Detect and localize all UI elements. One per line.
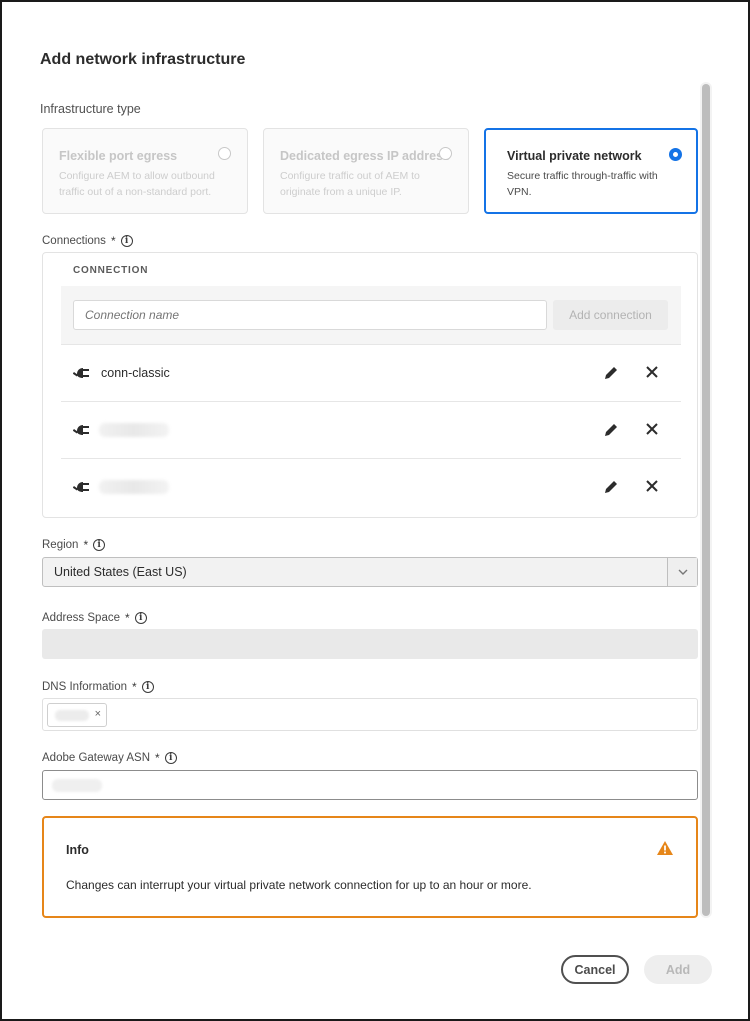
connection-name-redacted (99, 423, 169, 437)
region-label: Region * i (42, 538, 106, 552)
dialog: Add network infrastructure Infrastructur… (0, 0, 750, 1021)
option-description: Configure AEM to allow outbound traffic … (59, 170, 215, 198)
required-marker: * (125, 611, 130, 625)
dns-information-field[interactable]: × (42, 698, 698, 731)
dialog-title: Add network infrastructure (40, 51, 246, 68)
tag-remove-icon[interactable]: × (95, 708, 101, 720)
required-marker: * (110, 234, 116, 248)
connection-name-input[interactable] (73, 300, 547, 330)
required-marker: * (132, 680, 137, 694)
plug-icon (73, 482, 89, 492)
connection-name: conn-classic (101, 366, 170, 380)
option-dedicated-egress-ip[interactable]: Dedicated egress IP address Configure tr… (263, 128, 469, 214)
alert-message: Changes can interrupt your virtual priva… (66, 878, 532, 892)
info-icon[interactable]: i (93, 539, 106, 551)
dns-information-label-text: DNS Information (42, 681, 128, 693)
chevron-down-icon[interactable] (667, 558, 697, 586)
plug-icon (73, 368, 89, 378)
option-title: Flexible port egress (59, 149, 178, 163)
option-flexible-port-egress[interactable]: Flexible port egress Configure AEM to al… (42, 128, 248, 214)
scrollbar-thumb[interactable] (702, 84, 710, 916)
info-icon[interactable]: i (120, 235, 133, 247)
pencil-icon[interactable] (602, 364, 620, 382)
connection-input-bar: Add connection (61, 286, 681, 344)
connection-column-header: CONNECTION (73, 265, 149, 276)
table-row: conn-classic (61, 344, 681, 401)
table-row (61, 458, 681, 515)
pencil-icon[interactable] (602, 421, 620, 439)
adobe-gateway-asn-label-text: Adobe Gateway ASN (42, 752, 151, 764)
plug-icon (73, 425, 89, 435)
connections-label-text: Connections (42, 235, 106, 247)
region-value: United States (East US) (54, 565, 187, 579)
add-connection-button[interactable]: Add connection (553, 300, 668, 330)
info-icon[interactable]: i (141, 681, 154, 693)
region-label-text: Region (42, 539, 79, 551)
alert-title: Info (66, 843, 89, 857)
option-description: Configure traffic out of AEM to originat… (280, 170, 420, 198)
option-virtual-private-network[interactable]: Virtual private network Secure traffic t… (484, 128, 698, 214)
region-select[interactable]: United States (East US) (42, 557, 698, 587)
connections-table: CONNECTION Add connection conn-classic (42, 252, 698, 518)
option-description: Secure traffic through-traffic with VPN. (507, 170, 658, 198)
cancel-button[interactable]: Cancel (561, 955, 629, 984)
info-alert: Info Changes can interrupt your virtual … (42, 816, 698, 918)
add-button[interactable]: Add (644, 955, 712, 984)
table-row (61, 401, 681, 458)
close-icon[interactable] (644, 364, 660, 380)
radio-flexible-port-egress[interactable] (218, 147, 231, 160)
required-marker: * (83, 538, 89, 552)
adobe-gateway-asn-field[interactable] (42, 770, 698, 800)
infrastructure-type-label-text: Infrastructure type (40, 102, 141, 116)
radio-dedicated-egress-ip[interactable] (439, 147, 452, 160)
option-title: Virtual private network (507, 149, 642, 163)
address-space-label: Address Space * i (42, 611, 147, 625)
warning-icon (657, 841, 673, 855)
dns-tag: × (47, 703, 107, 727)
required-marker: * (155, 751, 160, 765)
dns-tag-value-redacted (55, 710, 89, 721)
adobe-gateway-asn-label: Adobe Gateway ASN * i (42, 751, 177, 765)
info-icon[interactable]: i (164, 752, 177, 764)
option-title: Dedicated egress IP address (280, 149, 450, 163)
infrastructure-type-label: Infrastructure type (40, 102, 141, 116)
address-space-label-text: Address Space (42, 612, 120, 624)
close-icon[interactable] (644, 478, 660, 494)
asn-value-redacted (52, 779, 102, 792)
connections-label: Connections * i (42, 234, 133, 248)
address-space-field (42, 629, 698, 659)
connection-name-redacted (99, 480, 169, 494)
close-icon[interactable] (644, 421, 660, 437)
pencil-icon[interactable] (602, 478, 620, 496)
radio-virtual-private-network[interactable] (669, 148, 682, 161)
dns-information-label: DNS Information * i (42, 680, 154, 694)
info-icon[interactable]: i (134, 612, 147, 624)
